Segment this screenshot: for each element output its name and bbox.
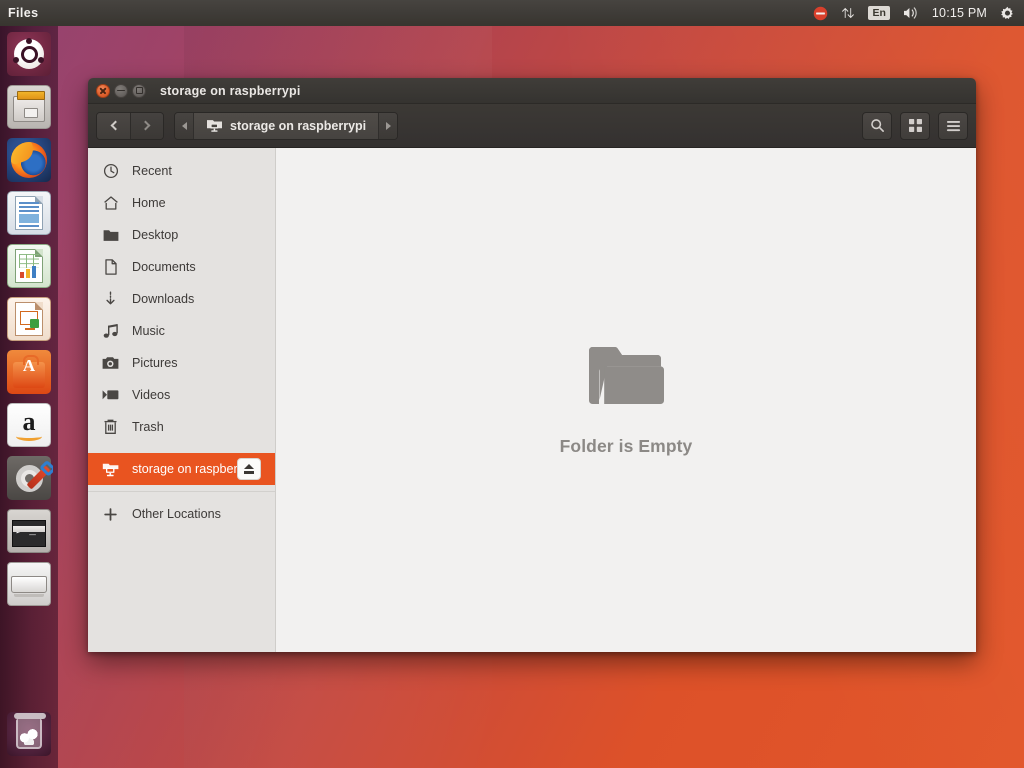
document-icon [102, 259, 119, 276]
back-button[interactable] [97, 112, 130, 139]
sidebar-item-label: Music [132, 324, 165, 338]
toolbar-right-group [862, 111, 968, 140]
system-settings-icon [7, 456, 51, 500]
path-prev-arrow-icon[interactable] [175, 112, 193, 139]
sidebar-item-pictures[interactable]: Pictures [88, 347, 275, 379]
window-body: Recent Home Desktop Documents Downloads … [88, 148, 976, 652]
close-icon[interactable] [96, 83, 110, 98]
empty-folder-message: Folder is Empty [559, 435, 693, 456]
sidebar-item-videos[interactable]: Videos [88, 379, 275, 411]
sidebar-item-label: Pictures [132, 356, 178, 370]
launcher-item-libreoffice-impress[interactable] [5, 295, 53, 343]
camera-icon [102, 355, 119, 372]
breadcrumb-label: storage on raspberrypi [230, 118, 367, 133]
network-updown-icon[interactable] [841, 0, 855, 26]
files-app-icon [7, 85, 51, 129]
sidebar-item-storage-on-raspberrypi[interactable]: storage on raspberrypi [88, 453, 275, 485]
system-tray: En 10:15 PM [813, 0, 1024, 26]
navigation-button-group [96, 111, 164, 140]
breadcrumb: storage on raspberrypi [174, 111, 399, 140]
sidebar-item-home[interactable]: Home [88, 187, 275, 219]
terminal-icon [7, 509, 51, 553]
launcher-item-firefox[interactable] [5, 136, 53, 184]
launcher-item-amazon[interactable]: a [5, 401, 53, 449]
search-button[interactable] [862, 111, 892, 140]
trash-icon [7, 712, 51, 756]
sidebar-item-label: Trash [132, 420, 164, 434]
eject-button[interactable] [237, 458, 261, 480]
sidebar-item-other-locations[interactable]: Other Locations [88, 498, 275, 530]
gear-icon[interactable] [1000, 0, 1015, 26]
launcher-item-system-settings[interactable] [5, 454, 53, 502]
video-icon [102, 387, 119, 404]
sidebar-item-label: Documents [132, 260, 196, 274]
keyboard-layout-indicator[interactable]: En [868, 0, 890, 26]
writer-icon [7, 191, 51, 235]
menu-button[interactable] [938, 111, 968, 140]
launcher-item-files[interactable] [5, 83, 53, 131]
network-server-icon [206, 118, 223, 133]
launcher-item-trash[interactable] [5, 710, 53, 758]
sidebar-item-label: Downloads [132, 292, 195, 306]
folder-icon [102, 227, 119, 244]
impress-icon [7, 297, 51, 341]
sidebar-item-desktop[interactable]: Desktop [88, 219, 275, 251]
sidebar-item-downloads[interactable]: Downloads [88, 283, 275, 315]
clock-icon [102, 163, 119, 180]
music-icon [102, 323, 119, 340]
download-icon [102, 291, 119, 308]
maximize-icon[interactable] [132, 83, 146, 98]
ubuntu-logo-icon [7, 32, 51, 76]
path-next-arrow-icon[interactable] [379, 112, 398, 139]
files-window: storage on raspberrypi storage on raspbe… [88, 78, 976, 652]
do-not-disturb-icon[interactable] [813, 0, 828, 26]
panel-app-menu[interactable]: Files [8, 6, 39, 20]
firefox-icon [7, 138, 51, 182]
launcher-item-terminal[interactable] [5, 507, 53, 555]
view-toggle-button[interactable] [900, 111, 930, 140]
sidebar-item-trash[interactable]: Trash [88, 411, 275, 443]
forward-button[interactable] [130, 112, 163, 139]
trash-icon [102, 419, 119, 436]
volume-icon[interactable] [903, 0, 919, 26]
plus-icon [102, 506, 119, 523]
sidebar-item-label: Home [132, 196, 166, 210]
launcher-item-disk-drive[interactable] [5, 560, 53, 608]
keyboard-layout-label: En [868, 6, 890, 20]
unity-launcher: A a [0, 26, 58, 768]
sidebar-item-label: Desktop [132, 228, 179, 242]
amazon-icon: a [7, 403, 51, 447]
sidebar-item-label: Recent [132, 164, 172, 178]
places-sidebar: Recent Home Desktop Documents Downloads … [88, 148, 276, 652]
top-panel: Files En 10:15 PM [0, 0, 1024, 26]
disk-drive-icon [7, 562, 51, 606]
home-icon [102, 195, 119, 212]
sidebar-divider [88, 491, 275, 492]
sidebar-item-recent[interactable]: Recent [88, 155, 275, 187]
ubuntu-software-icon: A [7, 350, 51, 394]
window-titlebar[interactable]: storage on raspberrypi [88, 78, 976, 104]
launcher-item-libreoffice-writer[interactable] [5, 189, 53, 237]
folder-icon [587, 344, 665, 414]
clock[interactable]: 10:15 PM [932, 0, 987, 26]
launcher-item-libreoffice-calc[interactable] [5, 242, 53, 290]
sidebar-item-music[interactable]: Music [88, 315, 275, 347]
breadcrumb-item-current[interactable]: storage on raspberrypi [193, 112, 380, 139]
launcher-item-ubuntu-software[interactable]: A [5, 348, 53, 396]
sidebar-item-label: Other Locations [132, 507, 221, 521]
file-list-view[interactable]: Folder is Empty [276, 148, 976, 652]
calc-icon [7, 244, 51, 288]
eject-icon [244, 464, 254, 470]
sidebar-item-label: Videos [132, 388, 171, 402]
sidebar-item-documents[interactable]: Documents [88, 251, 275, 283]
window-title: storage on raspberrypi [160, 83, 301, 98]
window-toolbar: storage on raspberrypi [88, 104, 976, 148]
minimize-icon[interactable] [114, 83, 128, 98]
launcher-item-ubuntu-dash[interactable] [5, 30, 53, 78]
network-drive-icon [102, 461, 119, 478]
